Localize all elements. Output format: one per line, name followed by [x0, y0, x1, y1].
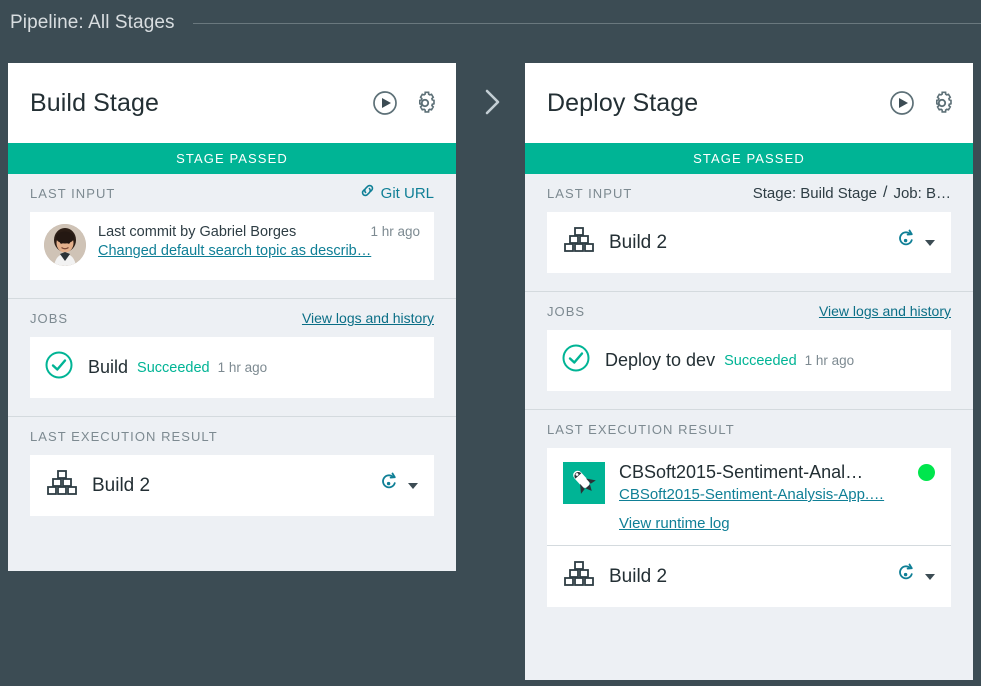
git-url-link[interactable]: Git URL: [359, 182, 434, 204]
rerun-circular-arrow-icon[interactable]: [896, 228, 918, 257]
app-title: CBSoft2015-Sentiment-Anal…: [619, 462, 864, 482]
gear-icon[interactable]: [929, 90, 955, 116]
build-blocks-icon: [563, 225, 595, 260]
gear-icon[interactable]: [412, 90, 438, 116]
artifact-row: Build 2: [547, 212, 951, 273]
job-panel[interactable]: Deploy to dev Succeeded 1 hr ago: [547, 330, 951, 391]
rocket-app-icon: [563, 462, 605, 504]
jobs-section: JOBS View logs and history Deploy to dev…: [525, 292, 973, 400]
last-input-section: LAST INPUT Stage: Build Stage / Job: B…: [525, 174, 973, 282]
git-url-label: Git URL: [380, 184, 434, 202]
chevron-right-icon: [475, 83, 509, 121]
header-divider-rule: [192, 23, 981, 24]
breadcrumb-job[interactable]: Job: B…: [893, 185, 951, 202]
last-input-header: LAST INPUT Stage: Build Stage / Job: B…: [539, 174, 959, 212]
stage-card-deploy: Deploy Stage STAGE PASSED LAST INPUT Sta…: [525, 63, 973, 680]
stage-status-banner: STAGE PASSED: [8, 143, 456, 174]
last-execution-result-label: LAST EXECUTION RESULT: [30, 428, 218, 444]
running-green-dot: [918, 464, 935, 481]
job-time: 1 hr ago: [217, 360, 268, 375]
job-status: Succeeded: [724, 352, 797, 369]
commit-row: Last commit by Gabriel Borges 1 hr ago C…: [30, 212, 434, 280]
artifact-name: Build 2: [92, 474, 151, 496]
artifact-name: Build 2: [609, 231, 668, 253]
artifact-actions[interactable]: [896, 562, 935, 591]
deployed-app-panel[interactable]: CBSoft2015-Sentiment-Anal… CBSoft2015-Se…: [547, 448, 951, 607]
page-title: Pipeline: All Stages: [10, 11, 175, 33]
job-row: Build Succeeded 1 hr ago: [30, 337, 434, 398]
view-logs-and-history-link[interactable]: View logs and history: [302, 310, 434, 326]
stage-header-build: Build Stage: [8, 63, 456, 143]
artifact-name: Build 2: [609, 565, 668, 587]
check-circle-icon: [44, 350, 74, 385]
caret-down-icon[interactable]: [925, 573, 935, 580]
last-execution-result-header: LAST EXECUTION RESULT: [22, 417, 442, 455]
breadcrumb-stage[interactable]: Stage: Build Stage: [753, 185, 877, 202]
app-row: CBSoft2015-Sentiment-Anal… CBSoft2015-Se…: [547, 448, 951, 545]
job-panel[interactable]: Build Succeeded 1 hr ago: [30, 337, 434, 398]
stage-status-banner: STAGE PASSED: [525, 143, 973, 174]
commit-time: 1 hr ago: [370, 224, 420, 239]
play-circle-icon[interactable]: [372, 90, 398, 116]
commit-author: Last commit by Gabriel Borges: [98, 224, 297, 240]
view-logs-and-history-link[interactable]: View logs and history: [819, 303, 951, 319]
pipeline-page: Pipeline: All Stages Build Stage STAGE P…: [0, 0, 981, 686]
stage-card-build: Build Stage STAGE PASSED LAST INPUT Git …: [8, 63, 456, 571]
build-blocks-icon: [46, 468, 78, 503]
breadcrumb-separator: /: [883, 184, 888, 201]
commit-panel[interactable]: Last commit by Gabriel Borges 1 hr ago C…: [30, 212, 434, 280]
caret-down-icon[interactable]: [925, 239, 935, 246]
jobs-header: JOBS View logs and history: [22, 299, 442, 337]
jobs-section: JOBS View logs and history Build Succeed…: [8, 299, 456, 407]
last-input-section: LAST INPUT Git URL Last commit by Gabrie…: [8, 174, 456, 289]
last-input-header: LAST INPUT Git URL: [22, 174, 442, 212]
view-runtime-log-link[interactable]: View runtime log: [619, 515, 730, 532]
jobs-label: JOBS: [30, 310, 69, 326]
commit-message-link[interactable]: Changed default search topic as describ…: [98, 243, 420, 259]
play-circle-icon[interactable]: [889, 90, 915, 116]
input-artifact-panel[interactable]: Build 2: [547, 212, 951, 273]
build-blocks-icon: [563, 559, 595, 594]
last-execution-result-label: LAST EXECUTION RESULT: [547, 421, 735, 437]
job-time: 1 hr ago: [804, 353, 855, 368]
artifact-row: Build 2: [547, 546, 951, 607]
last-input-label: LAST INPUT: [547, 185, 633, 201]
job-name: Build: [88, 357, 129, 377]
last-input-label: LAST INPUT: [30, 185, 116, 201]
stage-title: Build Stage: [30, 88, 159, 117]
stage-header-deploy: Deploy Stage: [525, 63, 973, 143]
artifact-panel[interactable]: Build 2: [30, 455, 434, 516]
last-execution-result-header: LAST EXECUTION RESULT: [539, 410, 959, 448]
artifact-actions[interactable]: [896, 228, 935, 257]
check-circle-icon: [561, 343, 591, 378]
link-chain-icon: [359, 182, 376, 204]
rerun-circular-arrow-icon[interactable]: [379, 471, 401, 500]
artifact-actions[interactable]: [379, 471, 418, 500]
job-status: Succeeded: [137, 359, 210, 376]
caret-down-icon[interactable]: [408, 482, 418, 489]
page-header: Pipeline: All Stages: [0, 0, 981, 45]
artifact-row: Build 2: [30, 455, 434, 516]
user-avatar: [44, 224, 86, 266]
job-row: Deploy to dev Succeeded 1 hr ago: [547, 330, 951, 391]
jobs-label: JOBS: [547, 303, 586, 319]
job-name: Deploy to dev: [605, 350, 716, 370]
rerun-circular-arrow-icon[interactable]: [896, 562, 918, 591]
stage-title: Deploy Stage: [547, 88, 699, 117]
last-execution-result-section: LAST EXECUTION RESULT: [525, 410, 973, 616]
jobs-header: JOBS View logs and history: [539, 292, 959, 330]
last-execution-result-section: LAST EXECUTION RESULT: [8, 417, 456, 525]
app-url-link[interactable]: CBSoft2015-Sentiment-Analysis-App.…: [619, 486, 935, 503]
